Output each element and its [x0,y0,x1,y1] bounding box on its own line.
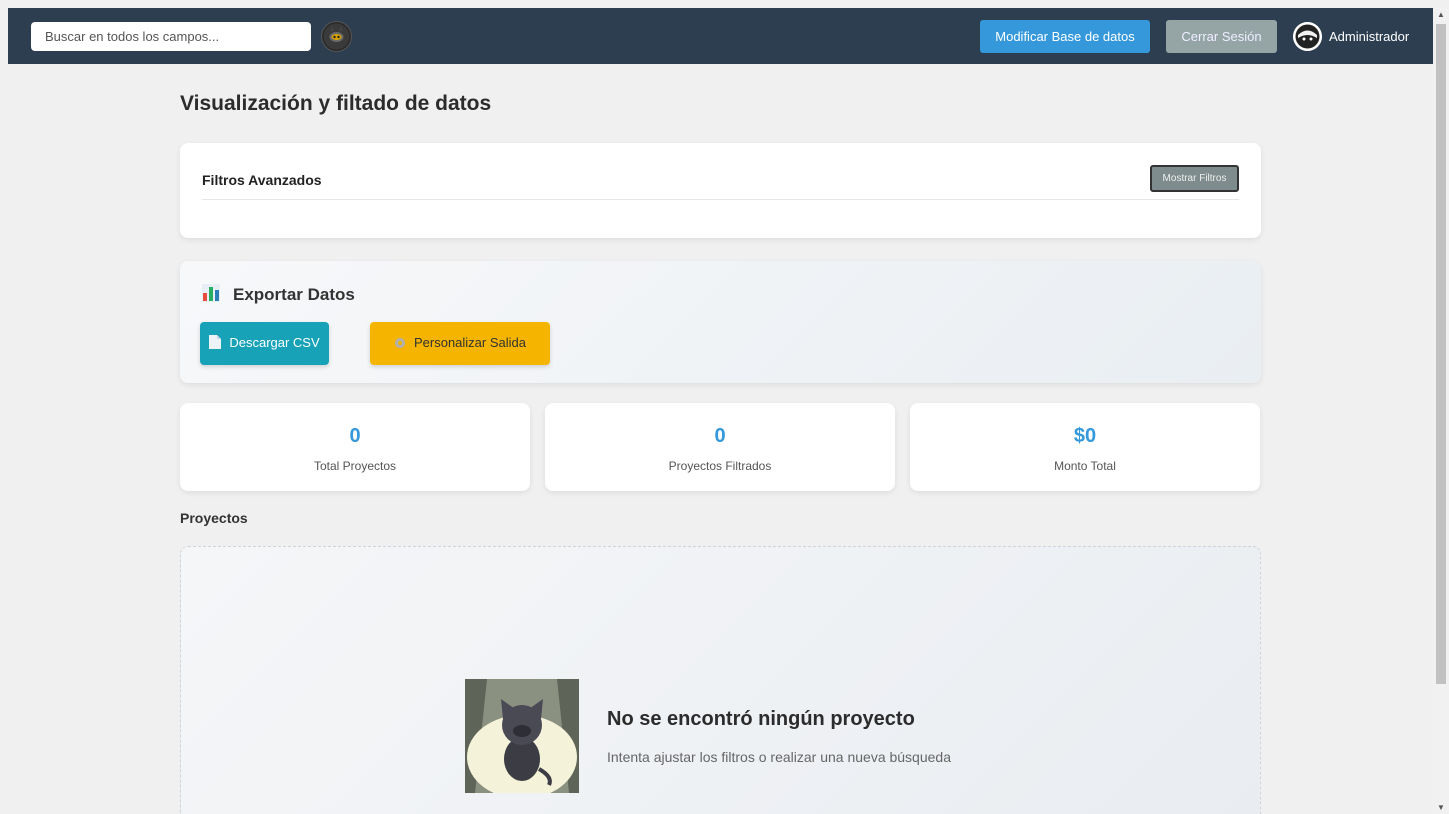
user-avatar-icon[interactable] [1293,22,1322,51]
empty-state-title: No se encontró ningún proyecto [607,708,915,730]
empty-projects-panel: No se encontró ningún proyecto Intenta a… [180,546,1261,814]
export-data-title: Exportar Datos [233,285,355,304]
stat-value: 0 [714,425,726,447]
gear-icon [394,337,406,352]
filters-divider [202,199,1239,200]
scroll-down-arrow-icon[interactable]: ▼ [1437,803,1445,812]
scroll-up-arrow-icon[interactable]: ▲ [1437,10,1445,19]
projects-section-title: Proyectos [180,510,248,526]
advanced-filters-card: Filtros Avanzados Mostrar Filtros [180,143,1261,238]
scrollbar-thumb[interactable] [1436,24,1446,684]
stat-label: Monto Total [1054,459,1116,473]
stat-label: Proyectos Filtrados [668,459,772,473]
export-data-card: Exportar Datos Descargar CSV Personaliza… [180,261,1261,383]
stat-value: 0 [349,425,361,447]
page-title: Visualización y filtado de datos [180,92,492,115]
top-navbar: Modificar Base de datos Cerrar Sesión Ad… [8,8,1433,64]
download-csv-label: Descargar CSV [229,334,320,350]
logout-button[interactable]: Cerrar Sesión [1166,20,1277,53]
customize-output-button[interactable]: Personalizar Salida [370,322,550,365]
show-filters-button[interactable]: Mostrar Filtros [1150,165,1239,192]
stat-label: Total Proyectos [313,459,397,473]
customize-output-label: Personalizar Salida [413,335,526,351]
cat-illustration [465,679,579,799]
stat-total-amount-card: $0 Monto Total [910,403,1260,491]
document-icon [209,335,222,352]
modify-database-button[interactable]: Modificar Base de datos [980,20,1150,53]
download-csv-button[interactable]: Descargar CSV [200,322,329,365]
bar-chart-icon [202,284,220,302]
cat-logo-icon[interactable] [321,21,352,52]
advanced-filters-title: Filtros Avanzados [202,172,322,188]
page-scrollbar[interactable]: ▲ ▼ [1433,8,1449,814]
global-search-input[interactable] [31,22,311,51]
username-label[interactable]: Administrador [1329,29,1409,44]
stat-total-projects-card: 0 Total Proyectos [180,403,530,491]
stat-value: $0 [1073,425,1097,447]
stat-filtered-projects-card: 0 Proyectos Filtrados [545,403,895,491]
empty-state-subtitle: Intenta ajustar los filtros o realizar u… [607,749,951,765]
